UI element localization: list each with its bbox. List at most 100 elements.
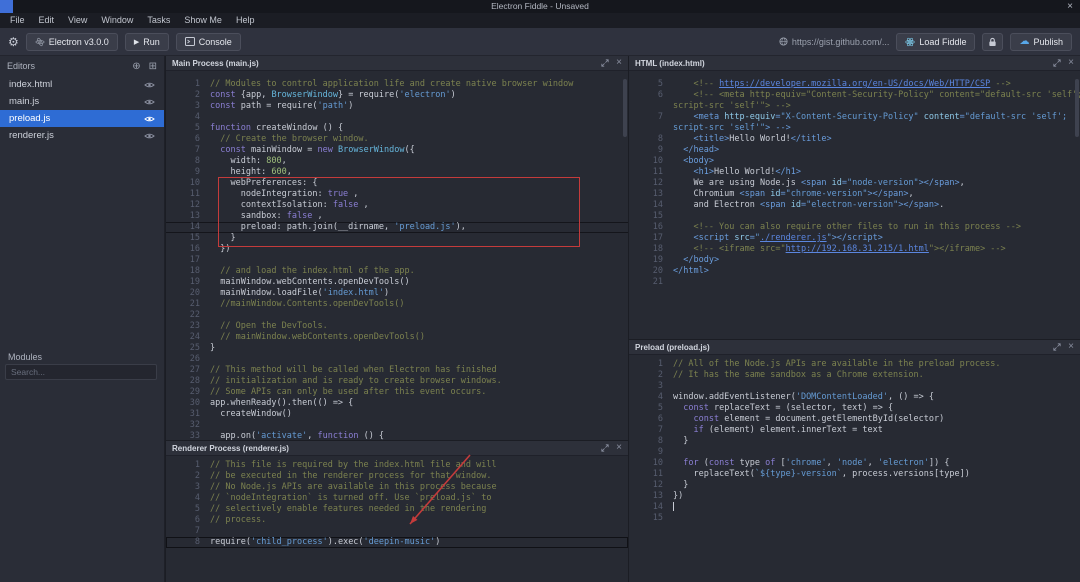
settings-gear-icon[interactable]: ⚙ [8, 36, 19, 48]
line-number: 33 [189, 431, 200, 440]
file-name: renderer.js [9, 130, 54, 141]
line-number: 6 [194, 134, 200, 144]
code-line: 6 // Create the browser window. [166, 134, 628, 145]
line-number: 12 [189, 200, 200, 210]
line-number: 2 [194, 471, 200, 481]
line-number: 25 [189, 343, 200, 353]
code-line: 9 [629, 447, 1080, 458]
layout-grid-icon[interactable]: ⊞ [141, 61, 157, 72]
maximize-panel-icon[interactable] [1053, 59, 1061, 67]
line-number: 27 [189, 365, 200, 375]
line-number: 11 [652, 167, 663, 177]
file-item-main.js[interactable]: main.js [0, 93, 164, 110]
code-line: 12 } [629, 480, 1080, 491]
line-number: 28 [189, 376, 200, 386]
load-fiddle-label: Load Fiddle [919, 36, 967, 47]
panel-actions: × [601, 443, 622, 453]
close-panel-icon[interactable]: × [616, 58, 622, 68]
electron-logo-icon [905, 37, 916, 46]
menu-file[interactable]: File [3, 13, 32, 28]
menu-window[interactable]: Window [94, 13, 140, 28]
line-number: 3 [657, 381, 663, 391]
code-area[interactable]: 5 <!-- https://developer.mozilla.org/en-… [629, 71, 1080, 339]
code-line: 23 // Open the DevTools. [166, 321, 628, 332]
line-number: 15 [652, 211, 663, 221]
file-item-renderer.js[interactable]: renderer.js [0, 127, 164, 144]
code-line: 13 Chromium <span id="chrome-version"></… [629, 189, 1080, 200]
code-line: 14 [629, 502, 1080, 513]
window-close-button[interactable]: × [1067, 0, 1073, 13]
line-number: 21 [189, 299, 200, 309]
visibility-eye-icon[interactable] [144, 98, 155, 106]
gist-url[interactable]: https://gist.github.com/... [779, 37, 889, 47]
scrollbar-thumb[interactable] [1075, 79, 1079, 137]
line-number: 8 [657, 134, 663, 144]
file-item-index.html[interactable]: index.html [0, 76, 164, 93]
cloud-upload-icon: ☁ [1019, 35, 1030, 47]
panel-renderer: Renderer Process (renderer.js) × 1// Thi… [166, 441, 628, 582]
code-area[interactable]: 1// Modules to control application life … [166, 71, 628, 440]
visibility-eye-icon[interactable] [144, 132, 155, 140]
electron-version-label: Electron v3.0.0 [48, 36, 109, 47]
panel-header: Main Process (main.js) × [166, 56, 628, 71]
line-number: 7 [194, 526, 200, 536]
line-number: 13 [189, 211, 200, 221]
console-button[interactable]: Console [175, 32, 241, 51]
menu-help[interactable]: Help [229, 13, 262, 28]
line-number: 29 [189, 387, 200, 397]
line-number: 10 [189, 178, 200, 188]
file-list: index.html main.js preload.js renderer.j… [0, 76, 164, 144]
maximize-panel-icon[interactable] [1053, 343, 1061, 351]
menu-edit[interactable]: Edit [32, 13, 62, 28]
menu-show-me[interactable]: Show Me [177, 13, 229, 28]
scrollbar-thumb[interactable] [623, 79, 627, 137]
menu-tasks[interactable]: Tasks [140, 13, 177, 28]
run-button[interactable]: ▶ Run [124, 32, 169, 51]
lock-icon [989, 37, 997, 46]
panel-actions: × [601, 58, 622, 68]
close-panel-icon[interactable]: × [616, 443, 622, 453]
code-line: 21 //mainWindow.Contents.openDevTools() [166, 299, 628, 310]
code-area[interactable]: 1// All of the Node.js APIs are availabl… [629, 355, 1080, 582]
electron-logo-icon [35, 37, 45, 46]
module-search-input[interactable] [5, 364, 157, 380]
line-number: 32 [189, 420, 200, 430]
editors-header: Editors ⊕ ⊞ [0, 56, 164, 76]
line-number: 9 [194, 167, 200, 177]
panel-header: Renderer Process (renderer.js) × [166, 441, 628, 456]
close-panel-icon[interactable]: × [1068, 342, 1074, 352]
panel-title: Preload (preload.js) [635, 342, 710, 352]
close-panel-icon[interactable]: × [1068, 58, 1074, 68]
visibility-eye-icon[interactable] [144, 81, 155, 89]
line-number: 4 [194, 493, 200, 503]
electron-version-selector[interactable]: Electron v3.0.0 [25, 32, 118, 51]
text-cursor [673, 502, 674, 511]
line-number: 30 [189, 398, 200, 408]
code-area[interactable]: 1// This file is required by the index.h… [166, 456, 628, 582]
line-number: 9 [657, 447, 663, 457]
panel-header: Preload (preload.js) × [629, 340, 1080, 355]
panel-header: HTML (index.html) × [629, 56, 1080, 71]
line-number: 31 [189, 409, 200, 419]
file-item-preload.js[interactable]: preload.js [0, 110, 164, 127]
line-number: 5 [194, 123, 200, 133]
line-number: 1 [194, 460, 200, 470]
code-line: 19 </body> [629, 255, 1080, 266]
code-line: 33 app.on('activate', function () { [166, 431, 628, 440]
publish-button[interactable]: ☁ Publish [1010, 32, 1072, 51]
line-number: 18 [652, 244, 663, 254]
maximize-panel-icon[interactable] [601, 59, 609, 67]
maximize-panel-icon[interactable] [601, 444, 609, 452]
load-fiddle-button[interactable]: Load Fiddle [896, 32, 976, 51]
visibility-eye-icon[interactable] [144, 115, 155, 123]
line-number: 5 [657, 403, 663, 413]
lock-button[interactable] [982, 32, 1004, 51]
menu-view[interactable]: View [61, 13, 94, 28]
add-editor-icon[interactable]: ⊕ [124, 61, 140, 72]
code-line: 16 <!-- You can also require other files… [629, 222, 1080, 233]
line-number: 20 [652, 266, 663, 276]
line-number: 6 [657, 90, 663, 100]
line-number: 15 [652, 513, 663, 523]
line-number: 14 [652, 200, 663, 210]
line-number: 16 [652, 222, 663, 232]
